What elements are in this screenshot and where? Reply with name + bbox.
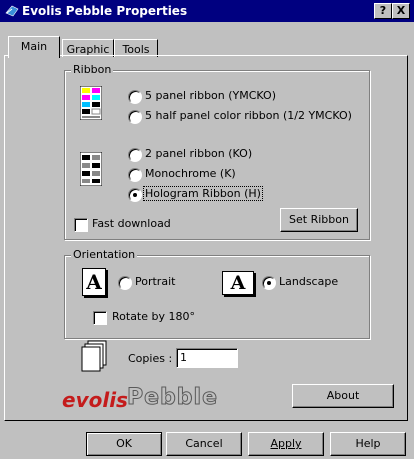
about-button[interactable]: About <box>292 384 394 408</box>
ribbon-group-label: Ribbon <box>71 63 114 76</box>
label-ribbon-ko: 2 panel ribbon (KO) <box>145 147 253 160</box>
label-portrait: Portrait <box>135 275 176 288</box>
cancel-button[interactable]: Cancel <box>166 432 242 456</box>
apply-button[interactable]: Apply <box>248 432 324 456</box>
properties-dialog: Evolis Pebble Properties ? X Main Graphi… <box>0 0 414 459</box>
help-button[interactable]: Help <box>330 432 406 456</box>
mono-ribbon-icon <box>80 152 102 186</box>
label-copies: Copies : <box>128 352 173 365</box>
radio-landscape[interactable] <box>262 276 276 290</box>
radio-ribbon-half-ymcko[interactable] <box>128 110 142 124</box>
label-ribbon-ymcko: 5 panel ribbon (YMCKO) <box>145 89 276 102</box>
pebble-logo: Pebble <box>126 385 219 411</box>
printer-icon <box>5 5 19 17</box>
window-title: Evolis Pebble Properties <box>22 4 188 18</box>
orientation-group: Orientation <box>64 248 370 339</box>
label-ribbon-mono: Monochrome (K) <box>145 167 236 180</box>
orientation-group-label: Orientation <box>71 248 138 261</box>
checkbox-rotate-180[interactable] <box>93 311 107 325</box>
label-landscape: Landscape <box>279 275 339 288</box>
evolis-logo: evolis <box>62 388 128 412</box>
portrait-icon: A <box>82 268 106 296</box>
close-button[interactable]: X <box>392 3 410 19</box>
label-ribbon-hologram: Hologram Ribbon (H) <box>143 186 263 201</box>
radio-ribbon-ko[interactable] <box>128 148 142 162</box>
copies-input[interactable]: 1 <box>176 348 238 368</box>
landscape-icon: A <box>222 271 254 295</box>
radio-portrait[interactable] <box>118 276 132 290</box>
label-fast-download: Fast download <box>92 217 171 230</box>
label-ribbon-half-ymcko: 5 half panel color ribbon (1/2 YMCKO) <box>145 109 352 122</box>
color-ribbon-icon <box>80 86 102 120</box>
help-title-button[interactable]: ? <box>374 3 392 19</box>
ok-button[interactable]: OK <box>86 432 162 456</box>
radio-ribbon-hologram[interactable] <box>128 188 142 202</box>
set-ribbon-button[interactable]: Set Ribbon <box>280 208 358 232</box>
tab-main[interactable]: Main <box>8 36 60 58</box>
label-rotate-180: Rotate by 180° <box>112 310 195 323</box>
copies-icon <box>81 340 107 372</box>
radio-ribbon-ymcko[interactable] <box>128 90 142 104</box>
radio-ribbon-mono[interactable] <box>128 168 142 182</box>
checkbox-fast-download[interactable] <box>74 218 88 232</box>
title-bar[interactable]: Evolis Pebble Properties ? X <box>0 0 414 22</box>
